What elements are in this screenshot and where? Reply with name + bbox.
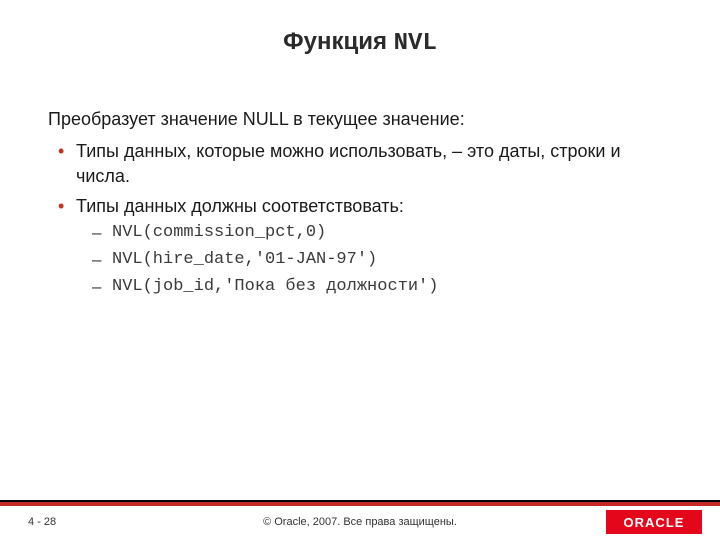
- title-prefix: Функция: [283, 28, 394, 55]
- bullet-list: Типы данных, которые можно использовать,…: [48, 139, 672, 299]
- example-item: NVL(commission_pct,0): [112, 222, 672, 245]
- slide: Функция NVL Преобразует значение NULL в …: [0, 0, 720, 540]
- footer-divider: [0, 502, 720, 506]
- bullet-text: Типы данных должны соответствовать:: [76, 196, 404, 216]
- lead-text: Преобразует значение NULL в текущее знач…: [48, 107, 672, 131]
- bullet-item: Типы данных должны соответствовать: NVL(…: [76, 194, 672, 299]
- bullet-item: Типы данных, которые можно использовать,…: [76, 139, 672, 188]
- slide-content: Преобразует значение NULL в текущее знач…: [0, 57, 720, 299]
- slide-title: Функция NVL: [0, 0, 720, 57]
- oracle-logo: ORACLE: [606, 510, 702, 534]
- example-item: NVL(hire_date,'01-JAN-97'): [112, 249, 672, 272]
- example-list: NVL(commission_pct,0) NVL(hire_date,'01-…: [76, 222, 672, 299]
- example-item: NVL(job_id,'Пока без должности'): [112, 276, 672, 299]
- logo-text: ORACLE: [624, 515, 685, 530]
- bullet-text: Типы данных, которые можно использовать,…: [76, 141, 621, 185]
- title-code: NVL: [394, 30, 437, 57]
